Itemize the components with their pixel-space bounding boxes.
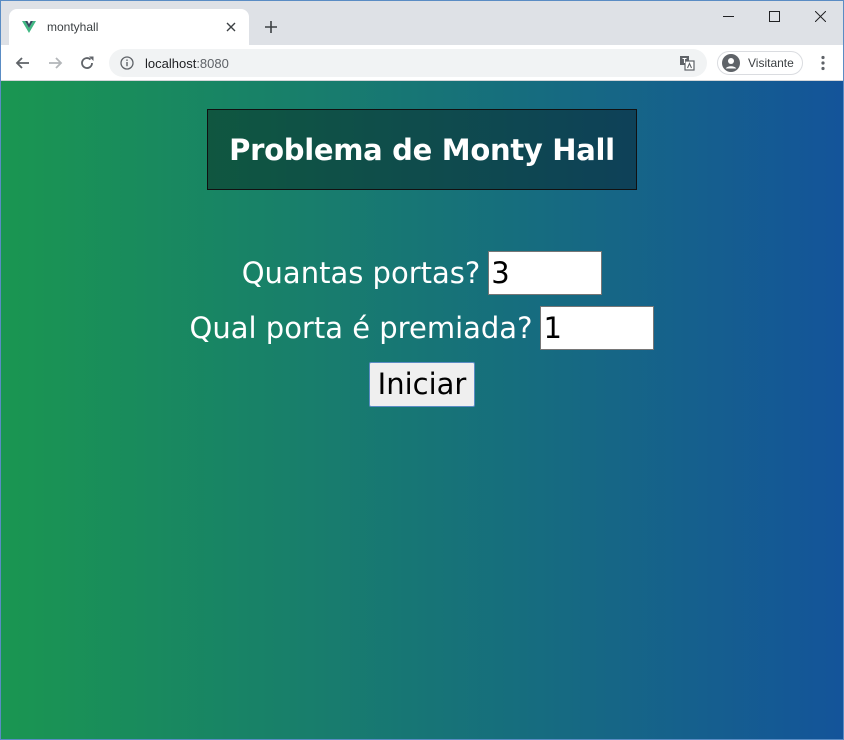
minimize-icon [722,15,734,17]
forward-button[interactable] [41,49,69,77]
avatar-icon [722,54,740,72]
maximize-icon [768,10,780,22]
vue-logo-icon [21,19,37,35]
window-controls [705,1,843,31]
profile-button[interactable]: Visitante [717,51,803,75]
start-row: Iniciar [1,361,843,407]
reload-icon [81,56,94,69]
info-icon[interactable] [119,55,135,71]
prize-row: Qual porta é premiada? [1,306,843,350]
menu-button[interactable] [811,49,835,77]
page-title-box: Problema de Monty Hall [207,109,637,190]
arrow-right-icon [49,57,63,69]
plus-icon [265,21,277,33]
new-tab-button[interactable] [259,15,283,39]
profile-label: Visitante [748,56,794,70]
browser-toolbar: localhost:8080 Visitante [1,45,843,81]
tab-title: montyhall [47,20,99,34]
close-window-button[interactable] [797,1,843,31]
url-port: :8080 [196,55,229,71]
doors-row: Quantas portas? [1,251,843,295]
close-icon [814,10,826,22]
tab-montyhall[interactable]: montyhall [9,9,249,45]
reload-button[interactable] [73,49,101,77]
browser-window: montyhall localhost:8080 Visitante Probl… [0,0,844,740]
minimize-button[interactable] [705,1,751,31]
start-button[interactable]: Iniciar [368,361,476,407]
page-content: Problema de Monty Hall Quantas portas? Q… [1,81,843,739]
url-text: localhost:8080 [145,56,677,71]
doors-input[interactable] [488,251,603,295]
url-host: localhost [145,55,197,71]
arrow-left-icon [15,57,29,69]
back-button[interactable] [9,49,37,77]
tab-strip: montyhall [1,1,843,45]
tab-close-icon[interactable] [223,19,239,35]
doors-label: Quantas portas? [241,256,481,290]
prize-door-label: Qual porta é premiada? [189,311,533,345]
prize-door-input[interactable] [540,306,655,350]
maximize-button[interactable] [751,1,797,31]
page-title: Problema de Monty Hall [229,132,615,167]
more-vert-icon [821,55,825,71]
address-bar[interactable]: localhost:8080 [109,49,707,77]
translate-icon[interactable] [677,53,697,73]
